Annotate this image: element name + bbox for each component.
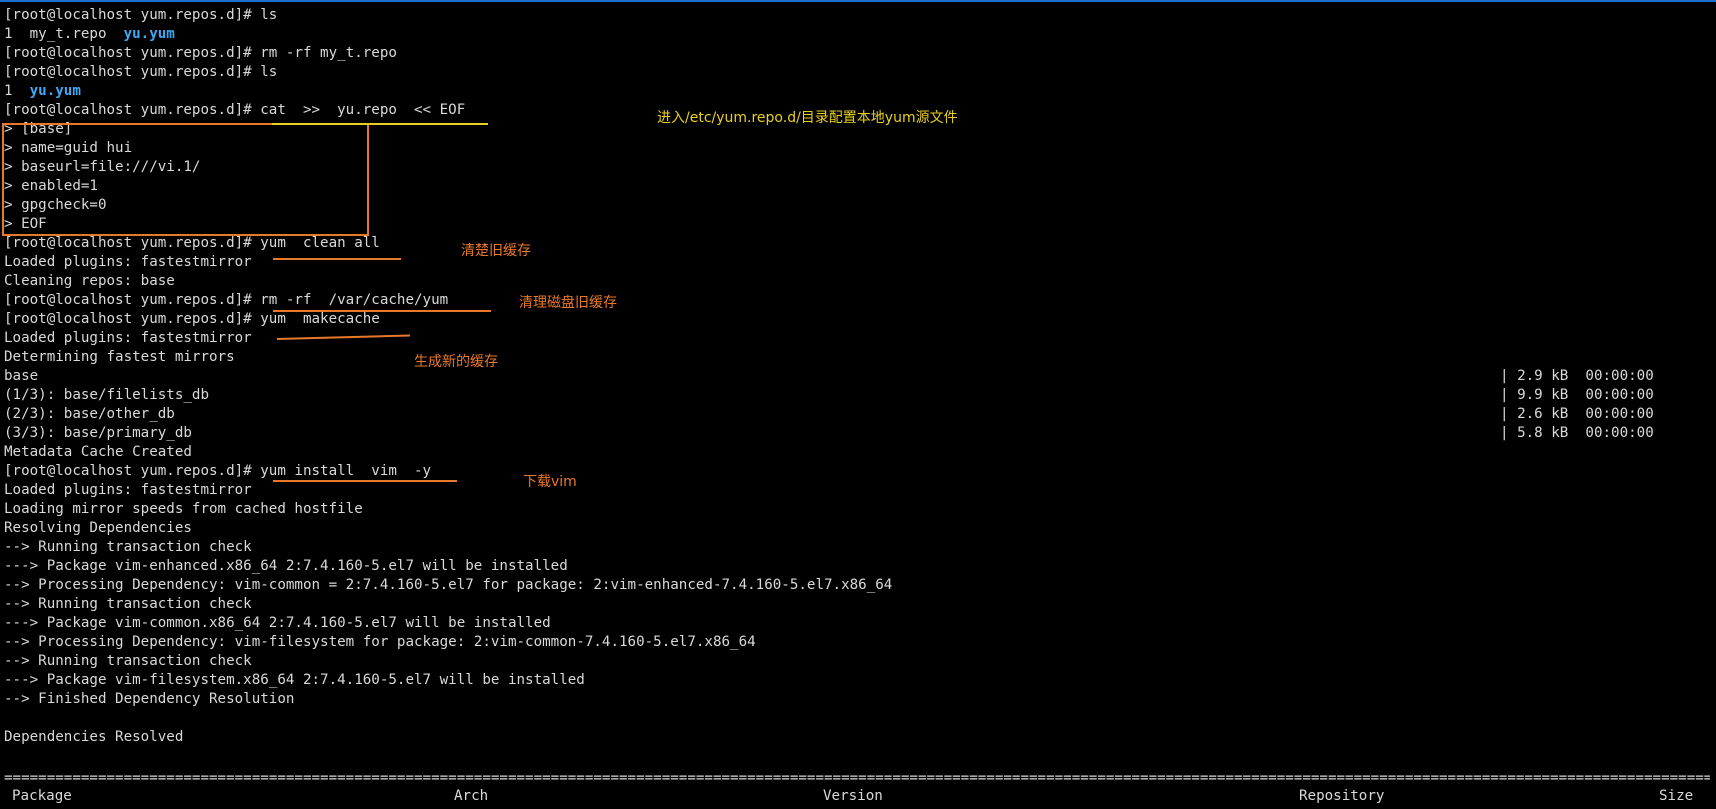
makecache-command-underline (277, 334, 411, 340)
annotation-new-cache: 生成新的缓存 (414, 354, 498, 370)
terminal-line: [root@localhost yum.repos.d]# yum clean … (4, 235, 380, 251)
header-repository: Repository (1299, 788, 1385, 804)
terminal-line: --> Processing Dependency: vim-filesyste… (4, 634, 756, 650)
terminal-line: [root@localhost yum.repos.d]# ls (4, 7, 278, 23)
install-command-underline (273, 480, 457, 482)
terminal-line: Metadata Cache Created (4, 444, 192, 460)
terminal-line: Loaded plugins: fastestmirror (4, 254, 252, 270)
terminal-line: --> Running transaction check (4, 539, 252, 555)
header-version: Version (823, 788, 883, 804)
terminal-line: Cleaning repos: base (4, 273, 175, 289)
terminal-line: (1/3): base/filelists_db (4, 387, 209, 403)
terminal-window[interactable]: [root@localhost yum.repos.d]# ls 1 my_t.… (0, 0, 1716, 809)
header-size: Size (1659, 788, 1694, 804)
annotation-clean-disk-cache: 清理磁盘旧缓存 (519, 295, 617, 311)
ls-plain: 1 my_t.repo (4, 26, 124, 42)
heredoc-highlight-box (2, 123, 369, 236)
terminal-line: [root@localhost yum.repos.d]# yum makeca… (4, 311, 380, 327)
terminal-line: (2/3): base/other_db (4, 406, 175, 422)
terminal-line: [root@localhost yum.repos.d]# rm -rf /va… (4, 292, 449, 308)
terminal-line: (3/3): base/primary_db (4, 425, 192, 441)
rm-command-underline (273, 310, 491, 312)
terminal-line: [root@localhost yum.repos.d]# yum instal… (4, 463, 432, 479)
terminal-line: ---> Package vim-enhanced.x86_64 2:7.4.1… (4, 558, 568, 574)
download-stat: | 9.9 kB 00:00:00 (1500, 387, 1654, 403)
terminal-line: ---> Package vim-filesystem.x86_64 2:7.4… (4, 672, 585, 688)
ls-output-2: 1 yu.yum (4, 82, 81, 101)
terminal-line: Resolving Dependencies (4, 520, 192, 536)
cat-command-underline (272, 123, 488, 125)
terminal-line: --> Finished Dependency Resolution (4, 691, 295, 707)
clean-command-underline (273, 258, 401, 260)
terminal-line: --> Running transaction check (4, 596, 252, 612)
table-separator: ========================================… (4, 770, 1710, 786)
ls-highlight-file: yu.yum (123, 26, 175, 42)
header-arch: Arch (454, 788, 489, 804)
ls-plain: 1 (4, 83, 30, 99)
terminal-line: --> Processing Dependency: vim-common = … (4, 577, 893, 593)
terminal-line: Loaded plugins: fastestmirror (4, 330, 252, 346)
annotation-repo-config: 进入/etc/yum.repo.d/目录配置本地yum源文件 (657, 110, 958, 126)
header-package: Package (12, 788, 72, 804)
terminal-line: Dependencies Resolved (4, 729, 184, 745)
terminal-line: [root@localhost yum.repos.d]# rm -rf my_… (4, 45, 397, 61)
terminal-line: ---> Package vim-common.x86_64 2:7.4.160… (4, 615, 551, 631)
terminal-line: Loaded plugins: fastestmirror (4, 482, 252, 498)
ls-output-1: 1 my_t.repo yu.yum (4, 25, 175, 44)
annotation-install-vim: 下载vim (523, 474, 577, 490)
terminal-line: --> Running transaction check (4, 653, 252, 669)
terminal-line: base (4, 368, 39, 384)
download-stat: | 5.8 kB 00:00:00 (1500, 425, 1654, 441)
terminal-line: Determining fastest mirrors (4, 349, 235, 365)
ls-highlight-file: yu.yum (29, 83, 81, 99)
download-stat: | 2.9 kB 00:00:00 (1500, 368, 1654, 384)
terminal-line: [root@localhost yum.repos.d]# ls (4, 64, 278, 80)
terminal-line: Loading mirror speeds from cached hostfi… (4, 501, 363, 517)
annotation-clean-cache: 清楚旧缓存 (461, 243, 531, 259)
download-stat: | 2.6 kB 00:00:00 (1500, 406, 1654, 422)
terminal-line: [root@localhost yum.repos.d]# cat >> yu.… (4, 102, 466, 118)
